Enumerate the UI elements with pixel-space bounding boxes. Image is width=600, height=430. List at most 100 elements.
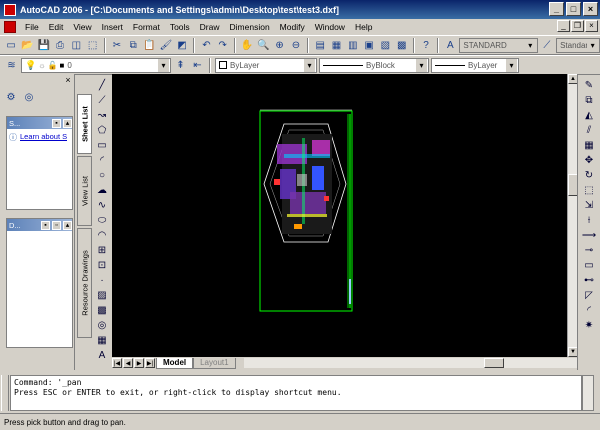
document-icon[interactable]	[4, 21, 16, 33]
menu-format[interactable]: Format	[128, 22, 165, 32]
insert-block-icon[interactable]: ⊞	[95, 243, 109, 257]
properties-icon[interactable]: ▤	[313, 38, 327, 53]
learn-about-link[interactable]: Learn about S	[17, 129, 67, 141]
prev-tab-icon[interactable]: ◀	[123, 358, 133, 368]
construction-line-icon[interactable]: ⟋	[95, 93, 109, 107]
menu-file[interactable]: File	[20, 22, 44, 32]
zoom-window-icon[interactable]: ⊕	[272, 38, 286, 53]
revision-cloud-icon[interactable]: ☁	[95, 183, 109, 197]
menu-edit[interactable]: Edit	[44, 22, 69, 32]
command-scrollbar[interactable]	[582, 375, 594, 411]
plot-preview-icon[interactable]: ◫	[69, 38, 83, 53]
layer-previous-icon[interactable]: ⇤	[190, 58, 205, 73]
new-icon[interactable]: ▭	[4, 38, 18, 53]
offset-icon[interactable]: ⫽	[582, 123, 597, 137]
multiline-text-icon[interactable]: A	[95, 348, 109, 362]
table-icon[interactable]: ▦	[95, 333, 109, 347]
horizontal-scrollbar[interactable]	[243, 358, 577, 368]
menu-draw[interactable]: Draw	[195, 22, 225, 32]
autocad-app-icon[interactable]	[4, 3, 16, 16]
hatch-icon[interactable]: ▨	[95, 288, 109, 302]
tab-sheet-list[interactable]: Sheet List	[77, 94, 92, 154]
tab-view-list[interactable]: View List	[77, 156, 92, 226]
break-at-point-icon[interactable]: ⊸	[582, 243, 597, 257]
doc-close-button[interactable]: ×	[585, 20, 598, 32]
section-collapse-icon[interactable]: ▴	[63, 118, 72, 128]
make-current-layer-icon[interactable]: ⇞	[173, 58, 188, 73]
gradient-icon[interactable]: ▩	[95, 303, 109, 317]
plot-icon[interactable]: ⎙	[53, 38, 67, 53]
tool-palettes-icon[interactable]: ▥	[346, 38, 360, 53]
lineweight-combo[interactable]: ByLayer	[431, 57, 519, 73]
extend-icon[interactable]: ⟶	[582, 228, 597, 242]
doc-restore-button[interactable]: ❐	[571, 20, 584, 32]
last-tab-icon[interactable]: ▶|	[145, 358, 155, 368]
help-icon[interactable]: ?	[419, 38, 433, 53]
circle-icon[interactable]: ○	[95, 168, 109, 182]
dim-style-icon[interactable]: ⟋	[540, 38, 554, 53]
region-icon[interactable]: ◎	[95, 318, 109, 332]
command-window-grip[interactable]	[1, 375, 9, 411]
rectangle-icon[interactable]: ▭	[95, 138, 109, 152]
zoom-realtime-icon[interactable]: 🔍	[256, 38, 270, 53]
fillet-icon[interactable]: ◜	[582, 303, 597, 317]
ellipse-icon[interactable]: ⬭	[95, 213, 109, 227]
polygon-icon[interactable]: ⬠	[95, 123, 109, 137]
pan-icon[interactable]: ✋	[240, 38, 254, 53]
point-icon[interactable]: ·	[95, 273, 109, 287]
trim-icon[interactable]: ⟊	[582, 213, 597, 227]
menu-dimension[interactable]: Dimension	[225, 22, 275, 32]
make-block-icon[interactable]: ⊡	[95, 258, 109, 272]
scale-icon[interactable]: ⬚	[582, 183, 597, 197]
copy-icon[interactable]: ⧉	[126, 38, 140, 53]
arc-icon[interactable]: ◜	[95, 153, 109, 167]
next-tab-icon[interactable]: ▶	[134, 358, 144, 368]
first-tab-icon[interactable]: |◀	[112, 358, 122, 368]
menu-insert[interactable]: Insert	[97, 22, 128, 32]
match-properties-icon[interactable]: 🖌	[159, 38, 173, 53]
block-editor-icon[interactable]: ◩	[175, 38, 189, 53]
sheet-set-options-icon[interactable]: ◎	[22, 90, 36, 104]
menu-window[interactable]: Window	[310, 22, 350, 32]
color-combo[interactable]: ByLayer	[215, 57, 317, 73]
polyline-icon[interactable]: ↝	[95, 108, 109, 122]
drawing-canvas[interactable]	[112, 74, 567, 357]
move-icon[interactable]: ✥	[582, 153, 597, 167]
layer-combo[interactable]: 💡 ☼ 🔓 ■ 0	[21, 57, 171, 73]
minimize-button[interactable]: _	[549, 2, 564, 16]
open-icon[interactable]: 📂	[20, 38, 34, 53]
array-icon[interactable]: ▦	[582, 138, 597, 152]
line-icon[interactable]: ╱	[95, 78, 109, 92]
text-style-combo[interactable]: STANDARD	[459, 37, 538, 53]
mirror-icon[interactable]: ◭	[582, 108, 597, 122]
horizontal-scroll-thumb[interactable]	[483, 358, 504, 368]
design-center-icon[interactable]: ▦	[329, 38, 343, 53]
undo-icon[interactable]: ↶	[199, 38, 213, 53]
erase-icon[interactable]: ✎	[582, 78, 597, 92]
save-icon[interactable]: 💾	[37, 38, 51, 53]
tab-model[interactable]: Model	[156, 357, 194, 369]
details-view-icon[interactable]: ▪	[41, 220, 50, 230]
preview-view-icon[interactable]: ▫	[52, 220, 61, 230]
menu-view[interactable]: View	[68, 22, 96, 32]
paste-icon[interactable]: 📋	[142, 38, 156, 53]
sheet-set-icon[interactable]: ▣	[362, 38, 376, 53]
text-style-icon[interactable]: A	[443, 38, 457, 53]
sheet-set-control-icon[interactable]: ⚙	[4, 90, 18, 104]
menu-help[interactable]: Help	[350, 22, 377, 32]
redo-icon[interactable]: ↷	[216, 38, 230, 53]
markup-icon[interactable]: ▧	[378, 38, 392, 53]
break-icon[interactable]: ▭	[582, 258, 597, 272]
ellipse-arc-icon[interactable]: ◠	[95, 228, 109, 242]
close-button[interactable]: ×	[583, 2, 598, 16]
command-window[interactable]: Command: '_pan Press ESC or ENTER to exi…	[10, 375, 582, 411]
doc-minimize-button[interactable]: _	[557, 20, 570, 32]
join-icon[interactable]: ⊷	[582, 273, 597, 287]
zoom-previous-icon[interactable]: ⊖	[289, 38, 303, 53]
menu-tools[interactable]: Tools	[165, 22, 195, 32]
maximize-button[interactable]: □	[566, 2, 581, 16]
cut-icon[interactable]: ✂	[110, 38, 124, 53]
layer-manager-icon[interactable]: ≋	[4, 58, 19, 73]
vertical-scrollbar[interactable]: ▲ ▼	[567, 74, 578, 357]
rotate-icon[interactable]: ↻	[582, 168, 597, 182]
